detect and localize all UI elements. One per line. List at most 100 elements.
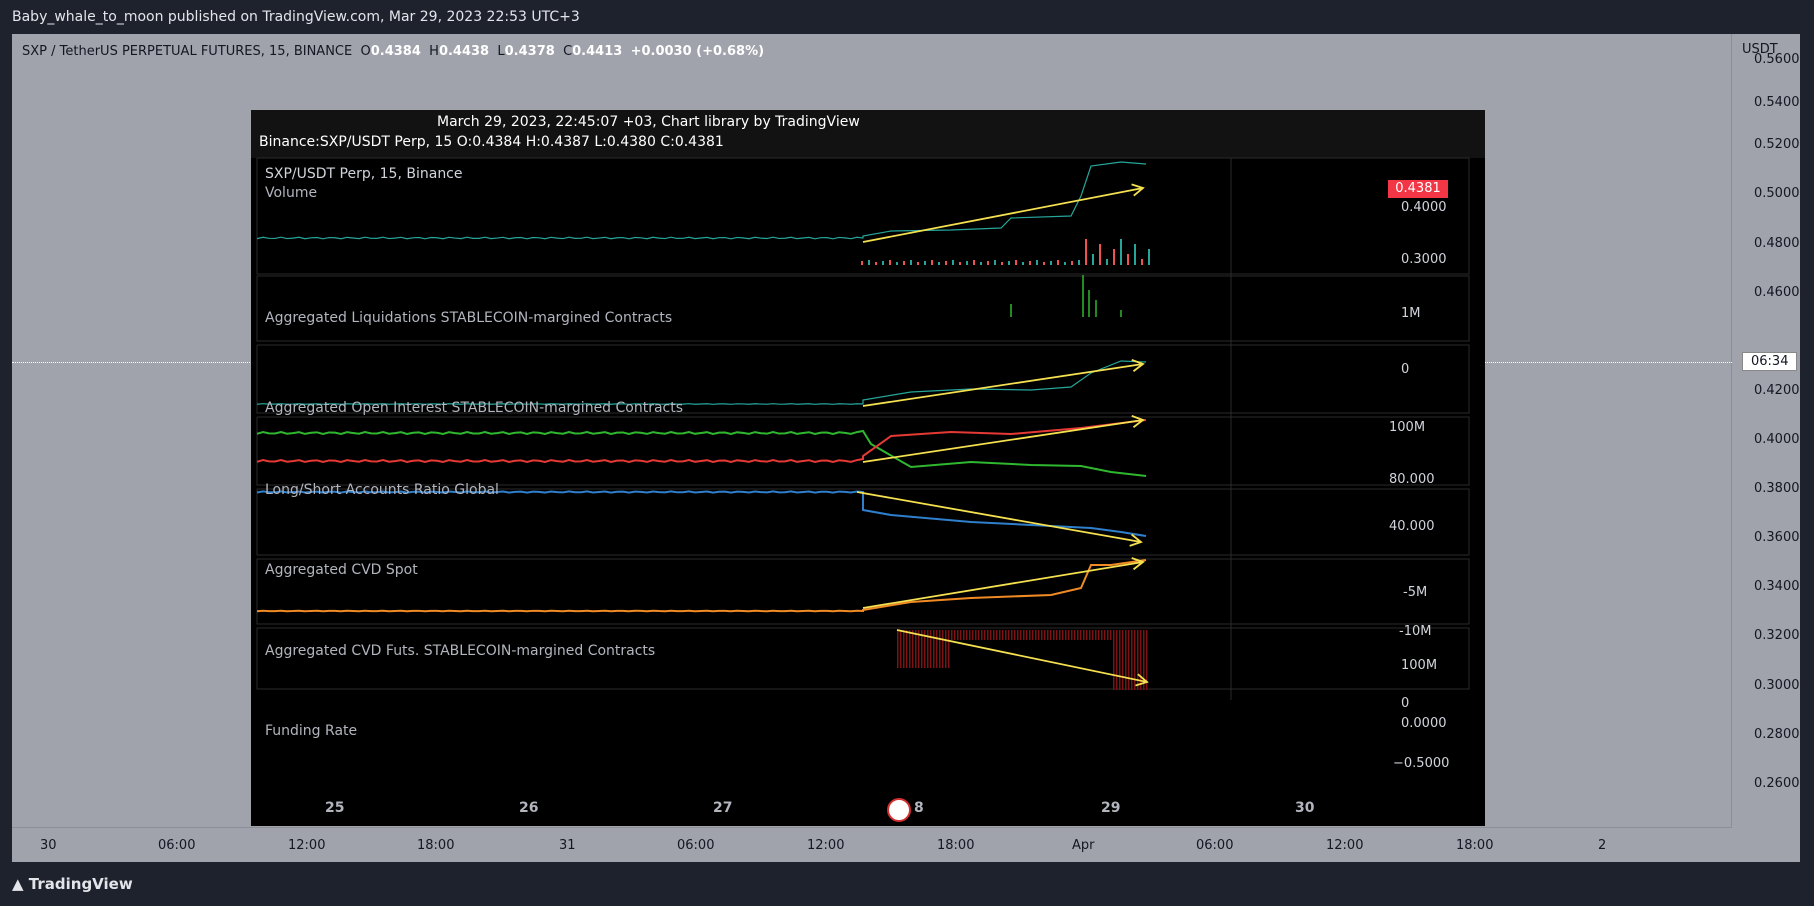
volume-bar — [1120, 239, 1122, 265]
price-tick: 0.5000 — [1754, 186, 1800, 201]
funding-bar — [1098, 630, 1100, 640]
pane-axis-tick: 1M — [1401, 306, 1421, 321]
inner-time-tick: 29 — [1101, 800, 1121, 816]
pane-title: Funding Rate — [265, 723, 358, 739]
pane-title: Long/Short Accounts Ratio Global — [265, 482, 499, 498]
volume-bar — [910, 260, 912, 265]
pane-axis-tick: 0.3000 — [1401, 252, 1447, 267]
embedded-chart-image: March 29, 2023, 22:45:07 +03, Chart libr… — [251, 110, 1485, 826]
open-value: 0.4384 — [370, 44, 421, 59]
funding-bar — [1050, 630, 1052, 640]
time-tick: 12:00 — [288, 838, 326, 853]
funding-bar — [948, 630, 950, 668]
funding-bar — [1131, 630, 1133, 690]
funding-bar — [969, 630, 971, 640]
funding-bar — [1089, 630, 1091, 640]
time-tick: 18:00 — [1456, 838, 1494, 853]
volume-bar — [1071, 261, 1073, 265]
volume-bar — [882, 261, 884, 265]
volume-bar — [1085, 239, 1087, 265]
funding-bar — [1038, 630, 1040, 640]
volume-bar — [1043, 262, 1045, 265]
volume-bar — [931, 260, 933, 265]
funding-bar — [1104, 630, 1106, 640]
funding-bar — [1113, 630, 1115, 690]
funding-bar — [1110, 630, 1112, 640]
funding-bar — [1125, 630, 1127, 690]
pane-frame — [256, 558, 1470, 625]
funding-bar — [1080, 630, 1082, 640]
funding-bar — [1065, 630, 1067, 640]
volume-bar — [987, 261, 989, 265]
price-tick: 0.4800 — [1754, 236, 1800, 251]
funding-bar — [1014, 630, 1016, 640]
funding-bar — [939, 630, 941, 668]
funding-bar — [1074, 630, 1076, 640]
funding-bar — [1017, 630, 1019, 640]
close-value: 0.4413 — [572, 44, 623, 59]
tradingview-logo[interactable]: ▲ TradingView — [12, 875, 133, 893]
funding-bar — [990, 630, 992, 640]
volume-bar — [896, 262, 898, 265]
pane-axis-tick: 0.0000 — [1401, 716, 1447, 731]
funding-bar — [1002, 630, 1004, 640]
pane-axis-tick: 0 — [1401, 362, 1410, 377]
volume-bar — [875, 262, 877, 265]
last-price-badge: 0.4381 — [1388, 180, 1448, 198]
symbol-name: SXP / TetherUS PERPETUAL FUTURES, 15, BI… — [22, 44, 353, 59]
funding-bar — [1032, 630, 1034, 640]
funding-bar — [978, 630, 980, 640]
inner-time-tick: 27 — [713, 800, 733, 816]
low-value: 0.4378 — [504, 44, 555, 59]
funding-bar — [1053, 630, 1055, 640]
pane-frame — [256, 416, 1470, 486]
funding-bar — [1071, 630, 1073, 640]
volume-bar — [889, 260, 891, 265]
funding-bar — [1026, 630, 1028, 640]
volume-bar — [952, 260, 954, 265]
footer-bar: ▲ TradingView — [0, 866, 1814, 906]
high-label: H — [429, 44, 439, 59]
funding-bar — [1119, 630, 1121, 690]
volume-bar — [1029, 261, 1031, 265]
volume-bar — [1008, 261, 1010, 265]
funding-bar — [1083, 630, 1085, 640]
volume-bar — [980, 262, 982, 265]
funding-bar — [1134, 630, 1136, 690]
volume-bar — [1092, 254, 1094, 265]
pane-axis-tick: 100M — [1389, 420, 1426, 435]
change-value: +0.0030 (+0.68%) — [630, 44, 765, 59]
volume-bar — [861, 261, 863, 265]
funding-bar — [957, 630, 959, 640]
funding-bar — [1005, 630, 1007, 640]
price-tick: 0.3000 — [1754, 678, 1800, 693]
pane-axis-tick: -10M — [1399, 624, 1432, 639]
time-tick: 06:00 — [677, 838, 715, 853]
funding-bar — [1035, 630, 1037, 640]
funding-bar — [984, 630, 986, 640]
pane-title: Aggregated CVD Spot — [265, 562, 418, 578]
funding-bar — [933, 630, 935, 668]
embedded-chart-svg — [256, 157, 1470, 700]
time-tick: 2 — [1598, 838, 1607, 853]
inner-time-tick: 26 — [519, 800, 539, 816]
price-axis[interactable]: 0.5600 0.5400 0.5200 0.5000 0.4800 0.460… — [1732, 34, 1800, 828]
funding-bar — [1077, 630, 1079, 640]
volume-bar — [1113, 249, 1115, 265]
time-tick: 12:00 — [1326, 838, 1364, 853]
funding-bar — [912, 630, 914, 668]
volume-bar — [903, 261, 905, 265]
pane-title: Aggregated Open Interest STABLECOIN-marg… — [265, 400, 684, 416]
funding-bar — [945, 630, 947, 668]
crosshair-time-label: 06:34 — [1742, 352, 1798, 371]
funding-bar — [1041, 630, 1043, 640]
funding-bar — [951, 630, 953, 640]
volume-bar — [1050, 261, 1052, 265]
pane-title: Aggregated Liquidations STABLECOIN-margi… — [265, 310, 673, 326]
inner-time-tick: 8 — [914, 800, 924, 816]
volume-bar — [1106, 259, 1108, 265]
price-tick: 0.2800 — [1754, 727, 1800, 742]
volume-bar — [1134, 244, 1136, 265]
funding-bar — [930, 630, 932, 668]
pane-axis-tick: −0.5000 — [1393, 756, 1450, 771]
